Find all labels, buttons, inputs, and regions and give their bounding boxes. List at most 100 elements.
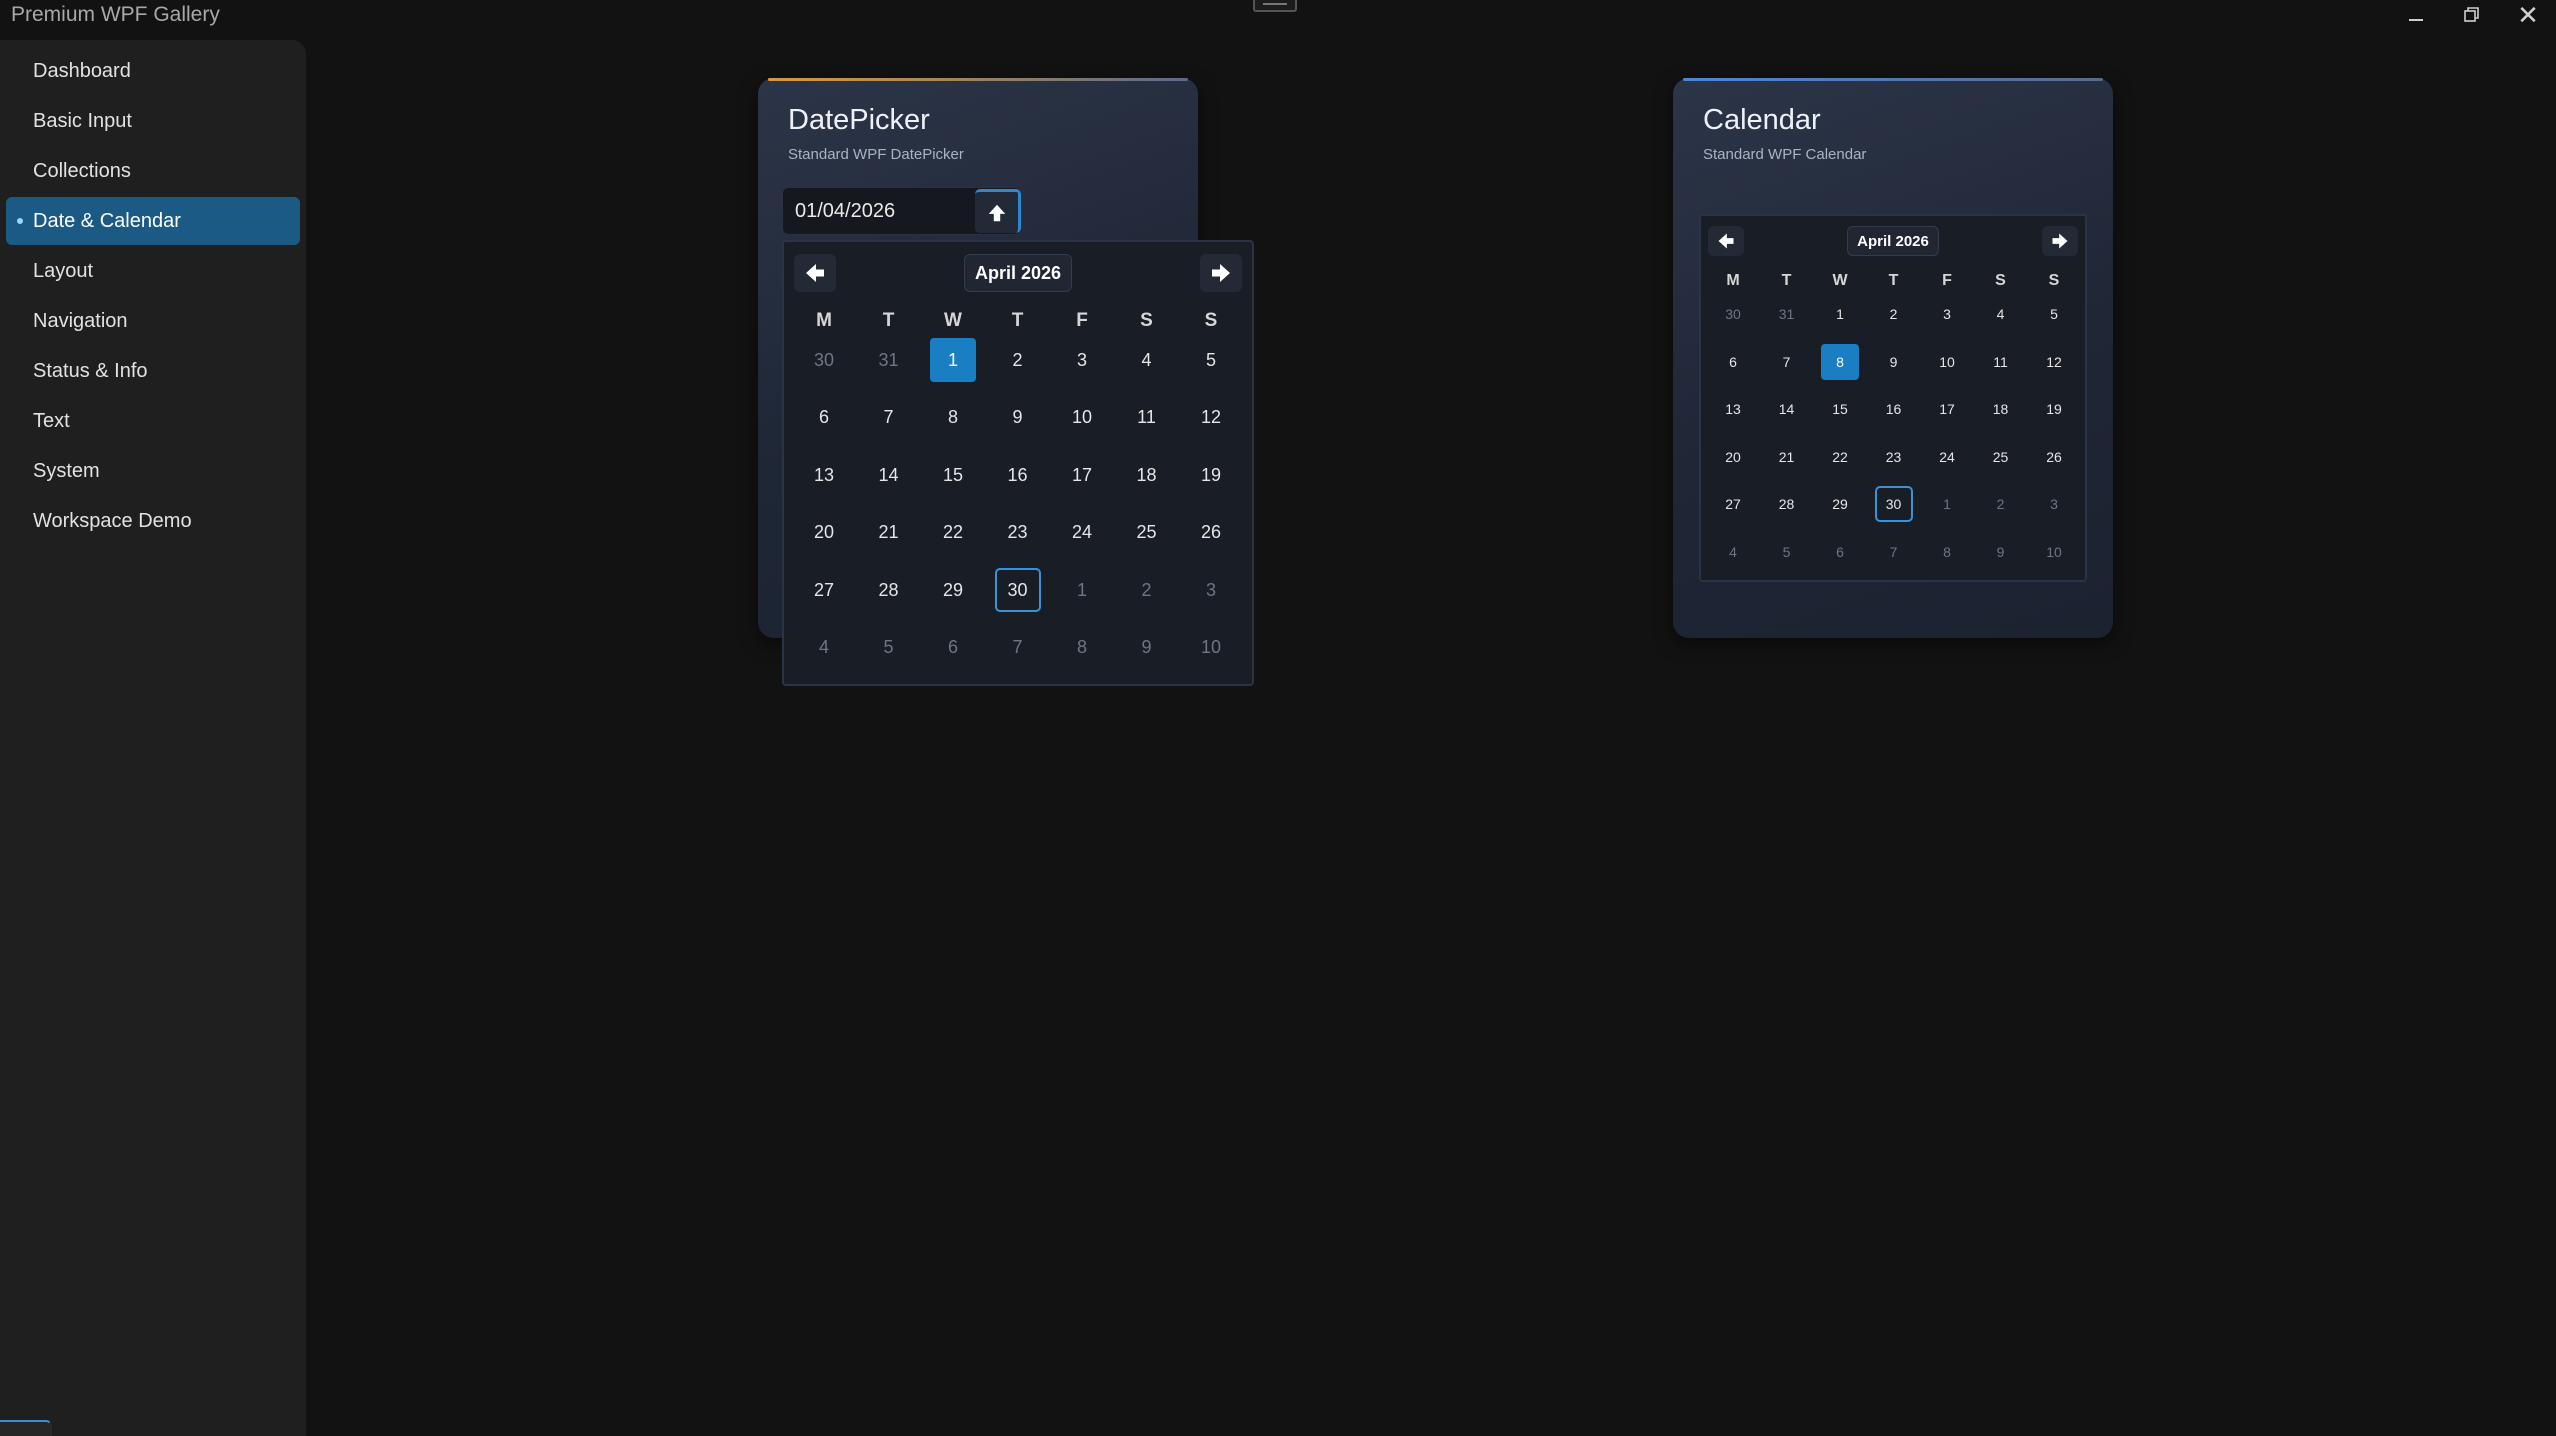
day-cell[interactable]: 6	[1821, 534, 1859, 570]
day-cell[interactable]: 14	[866, 453, 912, 497]
day-cell[interactable]: 24	[1059, 511, 1105, 555]
day-cell[interactable]: 19	[1188, 453, 1234, 497]
day-cell[interactable]: 4	[1982, 296, 2020, 332]
close-button[interactable]: ✕	[2503, 0, 2553, 30]
day-cell[interactable]: 23	[995, 511, 1041, 555]
day-cell[interactable]: 22	[930, 511, 976, 555]
day-cell[interactable]: 2	[995, 338, 1041, 382]
settings-button[interactable]	[0, 1420, 52, 1436]
day-cell[interactable]: 12	[1188, 396, 1234, 440]
day-cell[interactable]: 6	[930, 626, 976, 670]
day-cell[interactable]: 31	[1768, 296, 1806, 332]
day-cell[interactable]: 15	[1821, 391, 1859, 427]
day-cell[interactable]: 22	[1821, 439, 1859, 475]
day-cell[interactable]: 5	[2035, 296, 2073, 332]
day-cell[interactable]: 2	[1124, 568, 1170, 612]
minimize-button[interactable]	[2391, 0, 2441, 30]
day-cell[interactable]: 3	[1188, 568, 1234, 612]
day-cell[interactable]: 1	[1928, 486, 1966, 522]
day-cell[interactable]: 20	[1714, 439, 1752, 475]
day-cell[interactable]: 27	[1714, 486, 1752, 522]
day-cell[interactable]: 20	[801, 511, 847, 555]
calendar-toggle-button[interactable]	[975, 189, 1021, 233]
day-cell[interactable]: 4	[1124, 338, 1170, 382]
day-cell[interactable]: 30	[1874, 486, 1913, 522]
day-cell[interactable]: 15	[930, 453, 976, 497]
day-cell[interactable]: 13	[801, 453, 847, 497]
day-cell[interactable]: 5	[866, 626, 912, 670]
day-cell[interactable]: 4	[801, 626, 847, 670]
day-cell[interactable]: 27	[801, 568, 847, 612]
day-cell[interactable]: 21	[1768, 439, 1806, 475]
day-cell[interactable]: 1	[1821, 296, 1859, 332]
day-cell[interactable]: 9	[995, 396, 1041, 440]
day-cell[interactable]: 11	[1124, 396, 1170, 440]
sidebar-item-workspace-demo[interactable]: Workspace Demo	[6, 497, 300, 545]
day-cell[interactable]: 26	[2035, 439, 2073, 475]
day-cell[interactable]: 5	[1768, 534, 1806, 570]
previous-month-button[interactable]	[1708, 226, 1744, 256]
day-cell[interactable]: 9	[1982, 534, 2020, 570]
day-cell[interactable]: 7	[995, 626, 1041, 670]
sidebar-item-layout[interactable]: Layout	[6, 247, 300, 295]
date-text-field[interactable]	[783, 188, 973, 234]
day-cell[interactable]: 10	[2035, 534, 2073, 570]
day-cell[interactable]: 17	[1928, 391, 1966, 427]
sidebar-item-date-calendar[interactable]: Date & Calendar	[6, 197, 300, 245]
day-cell[interactable]: 17	[1059, 453, 1105, 497]
drag-handle[interactable]	[1253, 0, 1297, 12]
sidebar-item-dashboard[interactable]: Dashboard	[6, 47, 300, 95]
day-cell[interactable]: 23	[1875, 439, 1913, 475]
day-cell[interactable]: 7	[1768, 344, 1806, 380]
day-cell[interactable]: 24	[1928, 439, 1966, 475]
day-cell[interactable]: 9	[1124, 626, 1170, 670]
day-cell[interactable]: 13	[1714, 391, 1752, 427]
day-cell[interactable]: 8	[1928, 534, 1966, 570]
sidebar-item-status-info[interactable]: Status & Info	[6, 347, 300, 395]
month-year-header-button[interactable]: April 2026	[964, 254, 1072, 292]
day-cell[interactable]: 6	[801, 396, 847, 440]
day-cell[interactable]: 9	[1875, 344, 1913, 380]
restore-button[interactable]	[2447, 0, 2497, 30]
day-cell[interactable]: 28	[1768, 486, 1806, 522]
day-cell[interactable]: 3	[1059, 338, 1105, 382]
sidebar-item-navigation[interactable]: Navigation	[6, 297, 300, 345]
next-month-button[interactable]	[2042, 226, 2078, 256]
next-month-button[interactable]	[1200, 254, 1242, 292]
day-cell[interactable]: 3	[2035, 486, 2073, 522]
day-cell[interactable]: 18	[1982, 391, 2020, 427]
day-cell[interactable]: 7	[1875, 534, 1913, 570]
day-cell[interactable]: 2	[1982, 486, 2020, 522]
day-cell[interactable]: 30	[1714, 296, 1752, 332]
day-cell[interactable]: 4	[1714, 534, 1752, 570]
day-cell[interactable]: 21	[866, 511, 912, 555]
day-cell[interactable]: 1	[930, 338, 976, 382]
day-cell[interactable]: 30	[994, 568, 1041, 612]
month-year-header-button[interactable]: April 2026	[1847, 226, 1939, 256]
sidebar-item-collections[interactable]: Collections	[6, 147, 300, 195]
day-cell[interactable]: 28	[866, 568, 912, 612]
day-cell[interactable]: 31	[866, 338, 912, 382]
day-cell[interactable]: 8	[1821, 343, 1859, 380]
day-cell[interactable]: 10	[1188, 626, 1234, 670]
day-cell[interactable]: 16	[1875, 391, 1913, 427]
day-cell[interactable]: 29	[930, 568, 976, 612]
day-cell[interactable]: 1	[1059, 568, 1105, 612]
sidebar-item-system[interactable]: System	[6, 447, 300, 495]
day-cell[interactable]: 19	[2035, 391, 2073, 427]
day-cell[interactable]: 25	[1982, 439, 2020, 475]
day-cell[interactable]: 26	[1188, 511, 1234, 555]
sidebar-item-basic-input[interactable]: Basic Input	[6, 97, 300, 145]
day-cell[interactable]: 16	[995, 453, 1041, 497]
day-cell[interactable]: 18	[1124, 453, 1170, 497]
day-cell[interactable]: 8	[1059, 626, 1105, 670]
previous-month-button[interactable]	[794, 254, 836, 292]
day-cell[interactable]: 11	[1982, 344, 2020, 380]
day-cell[interactable]: 10	[1059, 396, 1105, 440]
day-cell[interactable]: 3	[1928, 296, 1966, 332]
sidebar-item-text[interactable]: Text	[6, 397, 300, 445]
day-cell[interactable]: 10	[1928, 344, 1966, 380]
day-cell[interactable]: 6	[1714, 344, 1752, 380]
day-cell[interactable]: 8	[930, 396, 976, 440]
day-cell[interactable]: 14	[1768, 391, 1806, 427]
